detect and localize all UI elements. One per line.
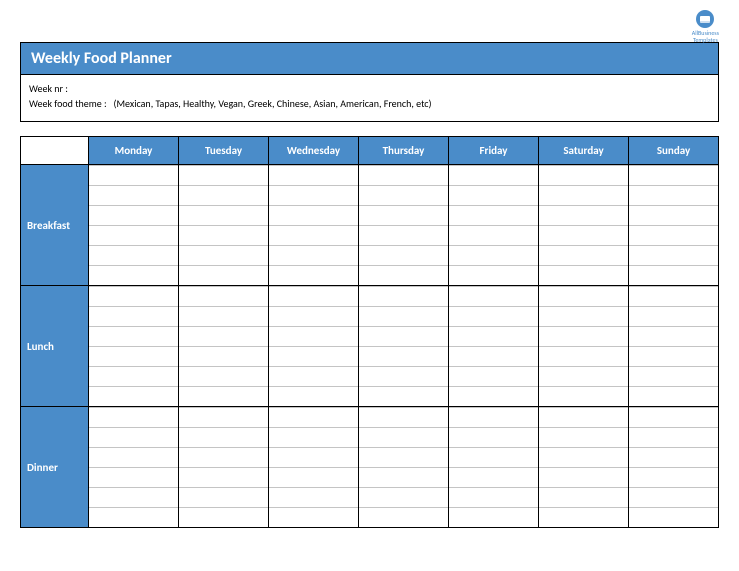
day-header-mon: Monday	[89, 137, 179, 165]
slot-dinner-thu[interactable]	[359, 407, 449, 528]
week-theme-value: (Mexican, Tapas, Healthy, Vegan, Greek, …	[113, 97, 431, 110]
day-header-wed: Wednesday	[269, 137, 359, 165]
slot-breakfast-wed[interactable]	[269, 165, 359, 286]
slot-dinner-sat[interactable]	[539, 407, 629, 528]
slot-lunch-tue[interactable]	[179, 286, 269, 407]
meal-header-breakfast: Breakfast	[21, 165, 89, 286]
week-theme-label: Week food theme :	[29, 97, 107, 110]
day-header-thu: Thursday	[359, 137, 449, 165]
brand-logo: AllBusiness Templates	[692, 10, 719, 43]
slot-breakfast-mon[interactable]	[89, 165, 179, 286]
slot-dinner-sun[interactable]	[629, 407, 719, 528]
page-title: Weekly Food Planner	[20, 42, 719, 74]
table-row: Breakfast	[21, 165, 719, 286]
week-nr-label: Week nr :	[29, 82, 68, 95]
logo-text-2: Templates	[692, 37, 719, 44]
meal-header-lunch: Lunch	[21, 286, 89, 407]
meal-header-dinner: Dinner	[21, 407, 89, 528]
slot-dinner-fri[interactable]	[449, 407, 539, 528]
slot-lunch-wed[interactable]	[269, 286, 359, 407]
slot-breakfast-sun[interactable]	[629, 165, 719, 286]
slot-breakfast-sat[interactable]	[539, 165, 629, 286]
day-header-tue: Tuesday	[179, 137, 269, 165]
slot-dinner-tue[interactable]	[179, 407, 269, 528]
corner-cell	[21, 137, 89, 165]
day-header-sun: Sunday	[629, 137, 719, 165]
slot-lunch-thu[interactable]	[359, 286, 449, 407]
day-header-sat: Saturday	[539, 137, 629, 165]
table-row: Dinner	[21, 407, 719, 528]
slot-breakfast-fri[interactable]	[449, 165, 539, 286]
slot-lunch-fri[interactable]	[449, 286, 539, 407]
slot-breakfast-tue[interactable]	[179, 165, 269, 286]
table-row: Lunch	[21, 286, 719, 407]
logo-icon	[696, 10, 714, 28]
meta-section: Week nr : Week food theme : (Mexican, Ta…	[20, 74, 719, 122]
slot-lunch-sat[interactable]	[539, 286, 629, 407]
slot-dinner-wed[interactable]	[269, 407, 359, 528]
slot-dinner-mon[interactable]	[89, 407, 179, 528]
planner-table: Monday Tuesday Wednesday Thursday Friday…	[20, 136, 719, 528]
slot-lunch-sun[interactable]	[629, 286, 719, 407]
day-header-fri: Friday	[449, 137, 539, 165]
slot-lunch-mon[interactable]	[89, 286, 179, 407]
slot-breakfast-thu[interactable]	[359, 165, 449, 286]
